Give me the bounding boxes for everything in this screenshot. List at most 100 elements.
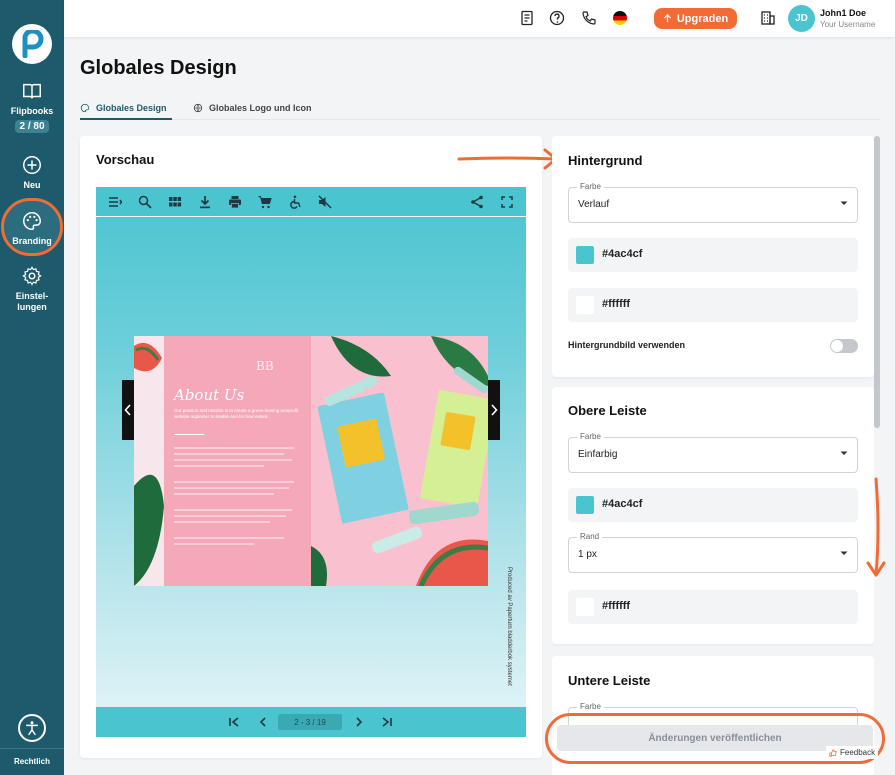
flipbook-spread[interactable]: BB About Us Our passion and mission is t…: [134, 336, 488, 586]
search-icon[interactable]: [138, 195, 152, 209]
help-icon[interactable]: [549, 10, 565, 26]
chevron-left-icon: [124, 404, 131, 416]
preview-card: Vorschau BB About Us Our passion and mis…: [80, 136, 542, 758]
caret-down-icon: [840, 551, 848, 555]
color-swatch[interactable]: [576, 246, 594, 264]
viewer-top-toolbar: [96, 187, 526, 217]
book-icon: [23, 83, 41, 99]
page-title: Globales Design: [80, 57, 237, 79]
field-value: 1 px: [578, 549, 597, 560]
thumbs-icon: [829, 748, 837, 757]
grid-icon[interactable]: [168, 195, 182, 209]
top-bar-color-1[interactable]: #4ac4cf: [568, 488, 858, 522]
sound-off-icon[interactable]: [318, 195, 332, 209]
flipbook-viewer: BB About Us Our passion and mission is t…: [96, 187, 526, 737]
sidebar: Flipbooks 2 / 80 Neu Branding Einstel- l…: [0, 0, 64, 775]
color-hex: #ffffff: [602, 600, 631, 612]
feedback-button[interactable]: Feedback: [826, 746, 879, 759]
book-monogram: BB: [256, 359, 274, 373]
book-left-page: BB About Us Our passion and mission is t…: [134, 336, 311, 586]
background-color-mode-select[interactable]: Farbe Verlauf: [568, 182, 858, 223]
book-divider: [174, 434, 204, 435]
page-indicator[interactable]: 2 - 3 / 19: [278, 714, 342, 730]
background-title: Hintergrund: [568, 153, 643, 168]
print-icon[interactable]: [228, 195, 242, 209]
background-image-toggle[interactable]: [830, 339, 858, 353]
logo-icon: [22, 30, 44, 58]
top-bar: Upgraden JD John1 Doe Your Username: [64, 0, 895, 37]
palette-icon: [23, 212, 41, 230]
tab-label: Globales Design: [96, 103, 167, 113]
caret-down-icon: [840, 201, 848, 205]
background-color-2[interactable]: #ffffff: [568, 288, 858, 322]
viewer-bottom-toolbar: 2 - 3 / 19: [96, 707, 526, 737]
top-bar-border-color[interactable]: #ffffff: [568, 590, 858, 624]
background-color-1[interactable]: #4ac4cf: [568, 238, 858, 272]
accessibility-button[interactable]: [18, 714, 46, 742]
sidebar-item-branding[interactable]: Branding: [0, 210, 64, 247]
flipbook-count-badge: 2 / 80: [15, 120, 49, 133]
sidebar-legal-link[interactable]: Rechtlich: [0, 757, 64, 766]
caret-down-icon: [840, 451, 848, 455]
prev-page-icon[interactable]: [256, 715, 270, 729]
settings-scrollbar[interactable]: [874, 136, 880, 736]
top-bar-border-select[interactable]: Rand 1 px: [568, 532, 858, 573]
top-bar-color-mode-select[interactable]: Farbe Einfarbig: [568, 432, 858, 473]
upgrade-label: Upgraden: [676, 12, 729, 25]
color-swatch[interactable]: [576, 598, 594, 616]
preview-title: Vorschau: [96, 152, 155, 167]
tab-bar: Globales Design Globales Logo und Icon: [80, 96, 880, 120]
app-logo[interactable]: [12, 24, 52, 64]
document-icon[interactable]: [519, 10, 535, 26]
sidebar-item-label: Flipbooks: [10, 106, 54, 116]
wheelchair-icon[interactable]: [288, 195, 302, 209]
color-swatch[interactable]: [576, 496, 594, 514]
share-icon[interactable]: [470, 195, 484, 209]
viewer-next-arrow[interactable]: [488, 380, 500, 440]
gear-icon: [22, 266, 42, 286]
book-right-artwork: [311, 336, 488, 586]
tab-globales-logo[interactable]: Globales Logo und Icon: [193, 103, 312, 113]
book-body-text-lines: [174, 447, 294, 545]
book-intro-text: Our passion and mission is to create a g…: [174, 408, 299, 419]
tab-globales-design[interactable]: Globales Design: [80, 103, 167, 113]
sidebar-item-label: Neu: [23, 180, 41, 190]
accessibility-icon: [26, 721, 38, 736]
first-page-icon[interactable]: [227, 715, 241, 729]
plus-circle-icon: [23, 156, 41, 174]
last-page-icon[interactable]: [380, 715, 394, 729]
scrollbar-thumb[interactable]: [874, 136, 880, 428]
top-bar-settings-card: Obere Leiste Farbe Einfarbig #4ac4cf Ran…: [552, 387, 874, 644]
chevron-right-icon: [491, 404, 498, 416]
active-tab-indicator: [80, 118, 172, 120]
fullscreen-icon[interactable]: [500, 195, 514, 209]
field-label: Rand: [577, 532, 603, 541]
viewer-prev-arrow[interactable]: [122, 380, 134, 440]
field-label: Farbe: [577, 182, 604, 191]
phone-icon[interactable]: [581, 10, 597, 26]
color-hex: #4ac4cf: [602, 248, 643, 260]
cart-icon[interactable]: [258, 195, 272, 209]
book-right-page: [311, 336, 488, 586]
menu-icon[interactable]: [108, 195, 122, 209]
language-flag-icon[interactable]: [612, 10, 628, 26]
avatar[interactable]: JD: [788, 5, 815, 32]
color-hex: #4ac4cf: [602, 498, 643, 510]
field-value: Verlauf: [578, 199, 610, 210]
sidebar-item-einstellungen[interactable]: Einstel- lungen: [0, 265, 64, 313]
next-page-icon[interactable]: [352, 715, 366, 729]
color-swatch[interactable]: [576, 296, 594, 314]
upgrade-button[interactable]: Upgraden: [654, 8, 737, 29]
arrow-up-icon: [663, 14, 671, 23]
field-label: Farbe: [577, 702, 604, 711]
background-settings-card: Hintergrund Farbe Verlauf #4ac4cf #fffff…: [552, 136, 874, 377]
sidebar-divider: [0, 748, 64, 749]
bottom-bar-title: Untere Leiste: [568, 673, 651, 688]
color-hex: #ffffff: [602, 298, 631, 310]
building-icon[interactable]: [760, 10, 776, 26]
produced-by-text: Produced av Paperturn bladderbok systeme…: [506, 567, 512, 686]
sidebar-item-flipbooks[interactable]: Flipbooks 2 / 80: [0, 80, 64, 133]
feedback-label: Feedback: [840, 748, 876, 757]
sidebar-item-neu[interactable]: Neu: [0, 154, 64, 191]
download-icon[interactable]: [198, 195, 212, 209]
